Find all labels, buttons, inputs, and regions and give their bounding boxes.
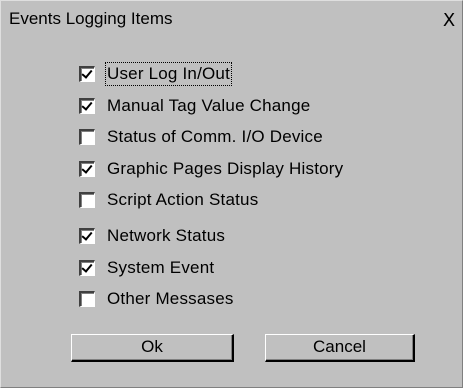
checkbox-manual-tag-value-change[interactable] — [79, 98, 95, 114]
option-user-log-in-out[interactable]: User Log In/Out — [79, 61, 233, 87]
checkbox-system-event[interactable] — [79, 260, 95, 276]
checkbox-other-messages[interactable] — [79, 291, 95, 307]
checkbox-network-status[interactable] — [79, 228, 95, 244]
option-label: Script Action Status — [107, 190, 259, 209]
ok-button[interactable]: Ok — [71, 334, 234, 362]
option-script-action-status[interactable]: Script Action Status — [79, 187, 258, 213]
dialog-title: Events Logging Items — [9, 9, 173, 28]
option-label: Graphic Pages Display History — [107, 159, 344, 178]
checkbox-user-log-in-out[interactable] — [79, 66, 95, 82]
option-other-messages[interactable]: Other Messases — [79, 286, 234, 312]
option-label: System Event — [107, 258, 215, 277]
option-label: Status of Comm. I/O Device — [107, 127, 323, 146]
option-manual-tag-value-change[interactable]: Manual Tag Value Change — [79, 93, 310, 119]
option-label: Other Messases — [107, 289, 234, 308]
checkbox-status-comm-io-device[interactable] — [79, 129, 95, 145]
events-logging-dialog: Events Logging Items X User Log In/Out M… — [0, 0, 463, 388]
cancel-button[interactable]: Cancel — [265, 334, 415, 362]
checkbox-script-action-status[interactable] — [79, 192, 95, 208]
option-label: Network Status — [107, 226, 226, 245]
dialog-content: User Log In/Out Manual Tag Value Change … — [1, 37, 462, 387]
option-status-comm-io-device[interactable]: Status of Comm. I/O Device — [79, 124, 323, 150]
option-network-status[interactable]: Network Status — [79, 223, 225, 249]
checkbox-graphic-pages-display-history[interactable] — [79, 161, 95, 177]
option-system-event[interactable]: System Event — [79, 255, 214, 281]
close-icon[interactable]: X — [438, 11, 460, 33]
title-bar[interactable]: Events Logging Items X — [1, 1, 462, 37]
option-label: User Log In/Out — [104, 62, 233, 86]
option-graphic-pages-display-history[interactable]: Graphic Pages Display History — [79, 156, 343, 182]
option-label: Manual Tag Value Change — [107, 96, 311, 115]
